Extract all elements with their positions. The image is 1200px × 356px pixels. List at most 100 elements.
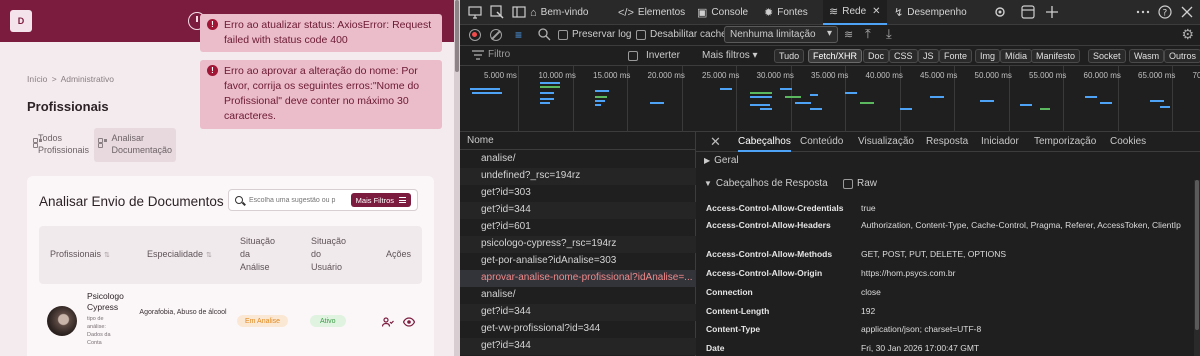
- header-value: GET, POST, PUT, DELETE, OPTIONS: [861, 249, 1007, 259]
- request-row[interactable]: aprovar-analise-nome-profissional?idAnal…: [460, 270, 696, 287]
- filter-type-wasm[interactable]: Wasm: [1129, 49, 1165, 63]
- disable-cache-checkbox[interactable]: [636, 30, 646, 40]
- close-icon[interactable]: ✕: [872, 6, 880, 17]
- tab-label: Analisar Documentação: [111, 133, 172, 155]
- tab-label: Todos Profissionais: [38, 133, 90, 155]
- timeline-tick-label: 40.000 ms: [865, 71, 903, 80]
- request-row[interactable]: get-por-analise?idAnalise=303: [460, 253, 696, 270]
- timeline-request-bar: [595, 96, 607, 98]
- tab-iniciador[interactable]: Iniciador: [981, 136, 1019, 147]
- filter-type-manifesto[interactable]: Manifesto: [1031, 49, 1081, 63]
- device-emulation-icon[interactable]: [468, 5, 482, 19]
- tab-analisar-documentacao[interactable]: Analisar Documentação: [94, 128, 176, 162]
- request-row[interactable]: get?id=344: [460, 202, 696, 219]
- column-header-situacao-usuario[interactable]: Situação do Usuário: [311, 235, 346, 274]
- search-input[interactable]: [249, 194, 347, 207]
- invert-checkbox[interactable]: [628, 51, 638, 61]
- more-options-icon[interactable]: [1136, 5, 1150, 19]
- error-toast-status[interactable]: ! Erro ao atualizar status: AxiosError: …: [200, 14, 442, 52]
- network-conditions-icon[interactable]: ≋: [844, 28, 853, 41]
- filter-type-doc[interactable]: Doc: [863, 49, 890, 63]
- timeline-request-bar: [540, 98, 554, 100]
- add-tab-icon[interactable]: [1045, 5, 1059, 19]
- column-header-nome[interactable]: Nome: [460, 132, 696, 150]
- collapse-arrow-icon: ▼: [704, 179, 712, 188]
- timeline-tick-label: 25.000 ms: [702, 71, 740, 80]
- especialidade-cell: Agorafobia, Abuso de álcool: [139, 309, 227, 316]
- filter-input[interactable]: Filtro: [488, 49, 510, 60]
- filter-type-js[interactable]: JS: [918, 49, 939, 63]
- request-row[interactable]: get-vw-profissional?id=344: [460, 321, 696, 338]
- tab-fontes[interactable]: ✹ Fontes: [758, 0, 814, 25]
- record-button[interactable]: [469, 29, 481, 41]
- network-overview-timeline[interactable]: 5.000 ms 10.000 ms 15.000 ms 20.000 ms 25.00…: [460, 66, 1200, 132]
- throttling-select[interactable]: Nenhuma limitação: [724, 26, 838, 43]
- grid-icon: [98, 138, 106, 148]
- raw-checkbox[interactable]: [843, 179, 853, 189]
- tab-resposta[interactable]: Resposta: [926, 136, 968, 147]
- header-value: Authorization, Content-Type, Cache-Contr…: [861, 220, 1181, 230]
- filter-type-fetch-xhr[interactable]: Fetch/XHR: [808, 49, 863, 63]
- section-geral[interactable]: ▶ Geral: [704, 155, 739, 166]
- filter-toggle-icon[interactable]: ≡: [515, 28, 529, 42]
- preserve-log-checkbox[interactable]: [558, 30, 568, 40]
- filter-type-fonte[interactable]: Fonte: [939, 49, 973, 63]
- app-logo[interactable]: D: [10, 10, 32, 32]
- import-har-icon[interactable]: ⤒: [865, 26, 871, 42]
- filter-type-img[interactable]: Img: [975, 49, 1001, 63]
- header-key: Access-Control-Allow-Headers: [706, 220, 831, 230]
- tab-conteudo[interactable]: Conteúdo: [800, 136, 843, 147]
- tab-temporizacao[interactable]: Temporização: [1034, 136, 1096, 147]
- request-row[interactable]: get?id=303: [460, 185, 696, 202]
- tab-todos-profissionais[interactable]: Todos Profissionais: [29, 128, 91, 162]
- error-toast-name-approval[interactable]: ! Erro ao aprovar a alteração do nome: P…: [200, 60, 442, 129]
- column-header-situacao-analise[interactable]: Situação da Análise: [240, 235, 275, 274]
- user-check-icon[interactable]: [382, 317, 394, 327]
- tab-console[interactable]: ▣ Console: [691, 0, 754, 25]
- filter-type-socket[interactable]: Socket: [1088, 49, 1126, 63]
- header-key: Access-Control-Allow-Methods: [706, 249, 833, 259]
- search-icon[interactable]: [537, 27, 551, 41]
- tab-cookies[interactable]: Cookies: [1110, 136, 1146, 147]
- close-devtools-icon[interactable]: [1180, 5, 1194, 19]
- tab-desempenho[interactable]: ↯ Desempenho: [888, 0, 973, 25]
- analysis-type: tipo de análise: Dados da Conta: [87, 316, 111, 346]
- section-response-headers[interactable]: ▼ Cabeçalhos de Resposta: [704, 178, 828, 189]
- request-row[interactable]: psicologo-cypress?_rsc=194rz: [460, 236, 696, 253]
- timeline-tick-label: 10.000 ms: [538, 71, 576, 80]
- more-filters-dropdown[interactable]: Mais filtros ▾: [702, 50, 758, 61]
- request-row[interactable]: get?id=344: [460, 304, 696, 321]
- header-value: close: [861, 287, 881, 297]
- details-scrollbar[interactable]: [1194, 180, 1200, 356]
- filter-type-tudo[interactable]: Tudo: [774, 49, 805, 63]
- request-row[interactable]: get?id=344: [460, 338, 696, 355]
- gear-icon[interactable]: [993, 5, 1007, 19]
- request-row[interactable]: get?id=601: [460, 219, 696, 236]
- clear-button[interactable]: [490, 29, 502, 41]
- tab-elementos[interactable]: </> Elementos: [612, 0, 691, 25]
- table-row[interactable]: Psicologo Cypress tipo de análise: Dados d…: [39, 286, 422, 351]
- close-icon[interactable]: ✕: [710, 134, 721, 150]
- help-icon[interactable]: ?: [1158, 5, 1172, 19]
- request-row[interactable]: analise/: [460, 287, 696, 304]
- timeline-request-bar: [595, 90, 609, 92]
- breadcrumb-home[interactable]: Início: [27, 74, 47, 84]
- request-row[interactable]: undefined?_rsc=194rz: [460, 168, 696, 185]
- more-filters-button[interactable]: Mais Filtros: [350, 193, 411, 207]
- column-header-profissionais[interactable]: Profissionais ⇅: [50, 248, 110, 262]
- tab-visualizacao[interactable]: Visualização: [858, 136, 914, 147]
- filter-type-outros[interactable]: Outros: [1164, 49, 1200, 63]
- tab-cabecalhos[interactable]: Cabeçalhos: [738, 136, 791, 152]
- request-row[interactable]: analise/: [460, 151, 696, 168]
- column-header-especialidade[interactable]: Especialidade ⇅: [147, 248, 212, 262]
- tab-rede[interactable]: ≋ Rede ✕: [823, 0, 887, 25]
- filter-type-css[interactable]: CSS: [889, 49, 918, 63]
- timeline-tick-label: 70.000 ms: [1192, 71, 1200, 80]
- eye-icon[interactable]: [403, 317, 415, 327]
- window-icon[interactable]: [1021, 5, 1035, 19]
- filter-type-m-dia[interactable]: Mídia: [1000, 49, 1033, 63]
- export-har-icon[interactable]: ⤓: [886, 26, 892, 42]
- settings-icon[interactable]: ⚙: [1181, 26, 1194, 43]
- tab-bem-vindo[interactable]: ⌂ Bem-vindo: [524, 0, 594, 25]
- inspect-icon[interactable]: [490, 5, 504, 19]
